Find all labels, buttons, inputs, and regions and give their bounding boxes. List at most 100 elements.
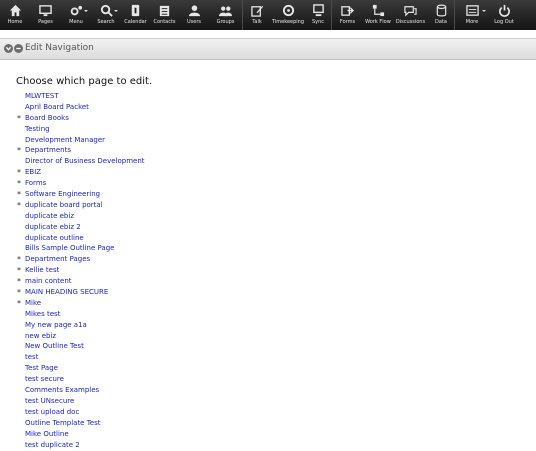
expand-marker-icon[interactable]: * [17,298,21,309]
list-item: * Department Pages [0,254,536,265]
page-link[interactable]: Departments [25,145,71,156]
toolbar-forms[interactable]: Forms [332,0,363,30]
page-link[interactable]: Forms [25,178,46,189]
page-link[interactable]: main content [25,276,72,287]
list-item: test upload doc [0,407,536,418]
power-icon [497,4,511,17]
page-link[interactable]: Testing [25,124,50,135]
page-link[interactable]: duplicate ebiz 2 [25,222,81,233]
list-item: My new page a1a [0,320,536,331]
toolbar-workflow-label: Work Flow [365,19,391,25]
expand-marker-icon[interactable]: * [17,167,21,178]
page-link[interactable]: Software Engineering [25,189,100,200]
workflow-icon [371,4,385,17]
page-link[interactable]: EBIZ [25,167,41,178]
toolbar-sync[interactable]: Sync [305,0,331,30]
minus-icon[interactable] [14,44,23,53]
toolbar-users[interactable]: Users [179,0,209,30]
calendar-icon [129,4,143,17]
page-link[interactable]: Department Pages [25,254,90,265]
expand-marker-icon[interactable]: * [17,287,21,298]
toolbar-workflow[interactable]: Work Flow [363,0,393,30]
page-link[interactable]: Mike Outline [25,429,69,440]
toolbar-calendar-label: Calendar [124,19,147,25]
page-link[interactable]: test secure [25,374,64,385]
toolbar-more-label: More [465,19,479,25]
page-link[interactable]: Director of Business Development [25,156,145,167]
page-link[interactable]: new ebiz [25,331,56,342]
toolbar-menu[interactable]: Menu [61,0,91,30]
page-link[interactable]: duplicate board portal [25,200,103,211]
expand-marker-icon[interactable]: * [17,113,21,124]
list-item: * Mike [0,298,536,309]
toolbar-data[interactable]: Data [428,0,454,30]
page-link[interactable]: test [25,352,38,363]
list-item: duplicate outline [0,233,536,244]
group-icon [219,4,233,17]
page-link[interactable]: test duplicate 2 [25,440,80,451]
toolbar-home[interactable]: Home [0,0,30,30]
toolbar-talk[interactable]: Talk [243,0,271,30]
expand-marker-icon[interactable]: * [17,200,21,211]
page-link[interactable]: Kellie test [25,265,59,276]
collapse-icon[interactable] [4,44,13,53]
list-item: Director of Business Development [0,156,536,167]
panel-title: Edit Navigation [25,43,94,53]
expand-marker-icon[interactable]: * [17,265,21,276]
page-link[interactable]: duplicate outline [25,233,84,244]
toolbar-home-label: Home [7,19,23,25]
page-link[interactable]: Bills Sample Outline Page [25,243,114,254]
toolbar-discussions[interactable]: Discussions [393,0,428,30]
monitor-icon [39,4,53,17]
list-item: Mike Outline [0,429,536,440]
page-link[interactable]: New Outline Test [25,341,84,352]
toolbar-groups-label: Groups [216,19,235,25]
page-link[interactable]: Development Manager [25,135,105,146]
page-link[interactable]: Test Page [25,363,58,374]
list-item: Bills Sample Outline Page [0,243,536,254]
page-link[interactable]: Mikes test [25,309,60,320]
toolbar-calendar[interactable]: Calendar [121,0,150,30]
toolbar-pages-label: Pages [38,19,53,25]
gears-icon [69,4,83,17]
list-item: duplicate ebiz 2 [0,222,536,233]
toolbar-groups[interactable]: Groups [209,0,242,30]
list-item: April Board Packet [0,102,536,113]
toolbar-more[interactable]: More [455,0,489,30]
page-link[interactable]: Mike [25,298,41,309]
expand-marker-icon[interactable]: * [17,276,21,287]
expand-marker-icon[interactable]: * [17,178,21,189]
list-item: * EBIZ [0,167,536,178]
page-link[interactable]: MAIN HEADING SECURE [25,287,108,298]
page-link[interactable]: MLWTEST [25,91,59,102]
page-link[interactable]: Comments Examples [25,385,99,396]
toolbar-discussions-label: Discussions [395,19,426,25]
list-item: Testing [0,124,536,135]
panel-header: Edit Navigation [0,38,536,60]
expand-marker-icon[interactable]: * [17,189,21,200]
page-link[interactable]: duplicate ebiz [25,211,74,222]
toolbar-logout-label: Log Out [494,19,514,25]
toolbar-timekeeping[interactable]: Timekeeping [271,0,305,30]
toolbar-pages[interactable]: Pages [30,0,61,30]
list-item: Outline Template Test [0,418,536,429]
list-item: new ebiz [0,331,536,342]
toolbar-contacts[interactable]: Contacts [150,0,179,30]
main-toolbar: Home Pages Menu Search Calendar Contacts… [0,0,536,30]
list-item: * Software Engineering [0,189,536,200]
page-link[interactable]: April Board Packet [25,102,89,113]
toolbar-search[interactable]: Search [91,0,121,30]
toolbar-search-label: Search [97,19,115,25]
expand-marker-icon[interactable]: * [17,145,21,156]
page-link[interactable]: test upload doc [25,407,79,418]
toolbar-menu-label: Menu [69,19,83,25]
expand-marker-icon[interactable]: * [17,254,21,265]
list-item: Mikes test [0,309,536,320]
toolbar-logout[interactable]: Log Out [489,0,519,30]
page-link[interactable]: test UNsecure [25,396,74,407]
page-link[interactable]: Board Books [25,113,69,124]
page-link[interactable]: My new page a1a [25,320,87,331]
page-link[interactable]: Outline Template Test [25,418,101,429]
page-list: MLWTEST April Board Packet * Board Books Tes… [0,91,536,450]
clock-icon [281,4,295,17]
